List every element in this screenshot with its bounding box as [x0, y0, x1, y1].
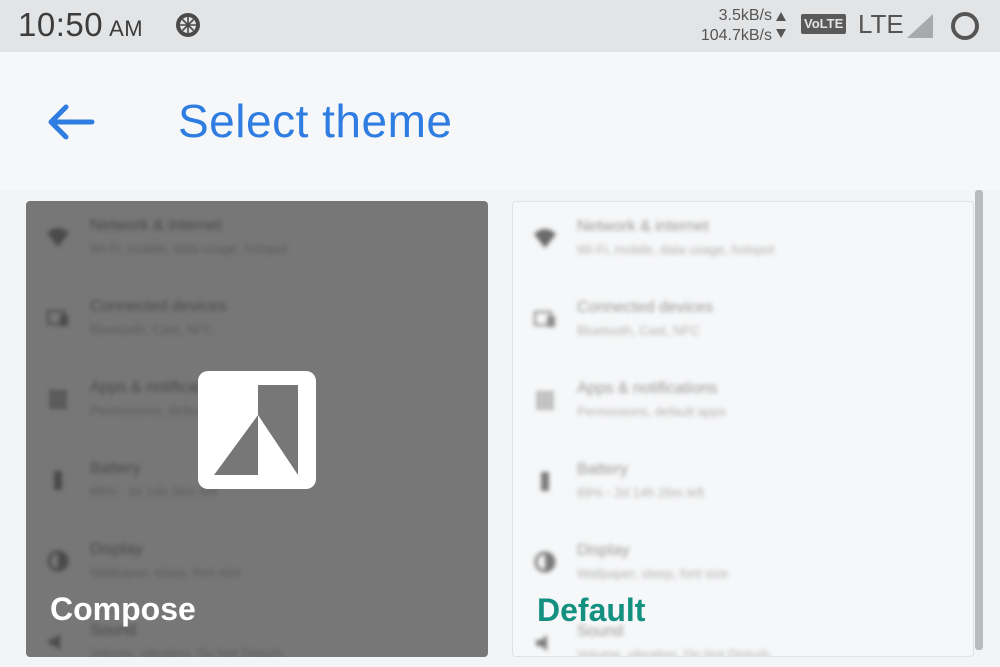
setting-title: Network & internet — [90, 217, 222, 234]
clock-ampm: AM — [109, 16, 144, 41]
sound-icon — [49, 634, 60, 650]
scrollbar[interactable] — [975, 190, 983, 650]
setting-title: Display — [577, 542, 630, 559]
clock: 10:50 AM — [18, 6, 143, 44]
compose-logo-icon — [198, 371, 316, 489]
setting-row: Display Wallpaper, sleep, font size — [26, 533, 488, 593]
battery-icon — [951, 12, 979, 40]
setting-row: Connected devices Bluetooth, Cast, NFC — [513, 291, 973, 351]
theme-label: Compose — [50, 591, 196, 627]
setting-title: Apps & notifications — [577, 380, 718, 397]
sound-icon — [536, 635, 547, 651]
network-speed: 3.5kB/s 104.7kB/s — [690, 6, 772, 46]
net-up-speed: 3.5kB/s — [718, 7, 772, 24]
setting-subtitle: Bluetooth, Cast, NFC — [90, 322, 213, 337]
network-type: LTE — [858, 9, 904, 39]
setting-subtitle: Bluetooth, Cast, NFC — [577, 323, 700, 338]
setting-subtitle: 89% - 2d 14h 26m left — [577, 485, 705, 500]
setting-title: Network & internet — [577, 218, 709, 235]
status-bar: 10:50 AM 3.5kB/s 104.7kB/s VoLTE LTE — [0, 0, 1000, 52]
setting-subtitle: Volume, vibration, Do Not Disturb — [90, 646, 283, 657]
wifi-icon — [47, 228, 69, 247]
volte-badge: VoLTE — [801, 14, 847, 34]
net-arrows-icon — [776, 12, 786, 38]
setting-title: Connected devices — [577, 299, 714, 316]
setting-title: Display — [90, 541, 143, 558]
theme-card-default[interactable]: Network & internet Wi-Fi, mobile, data u… — [512, 201, 974, 657]
display-icon — [47, 550, 69, 572]
setting-subtitle: Permissions, default apps — [577, 404, 726, 419]
net-down-speed: 104.7kB/s — [700, 27, 772, 44]
battery-icon — [541, 472, 549, 491]
signal-icon — [907, 14, 933, 38]
apps-icon — [536, 391, 554, 410]
setting-row: Battery 89% - 2d 14h 26m left — [513, 453, 973, 513]
wifi-icon — [534, 229, 556, 248]
theme-list: Network & internet Wi-Fi, mobile, data u… — [0, 190, 1000, 667]
battery-icon — [54, 471, 62, 490]
theme-label: Default — [537, 592, 646, 628]
arrow-left-icon[interactable] — [42, 100, 98, 144]
devices-icon — [47, 310, 68, 326]
apps-icon — [49, 390, 67, 409]
setting-row: Network & internet Wi-Fi, mobile, data u… — [513, 210, 973, 270]
clock-time: 10:50 — [18, 6, 104, 43]
setting-row: Apps & notifications Permissions, defaul… — [513, 372, 973, 432]
setting-title: Battery — [90, 460, 141, 477]
app-bar: Select theme — [0, 52, 1000, 190]
lemon-icon — [176, 13, 200, 37]
setting-title: Connected devices — [90, 298, 227, 315]
setting-title: Battery — [577, 461, 628, 478]
setting-row: Connected devices Bluetooth, Cast, NFC — [26, 290, 488, 350]
setting-subtitle: Wallpaper, sleep, font size — [90, 565, 242, 580]
setting-subtitle: Wallpaper, sleep, font size — [577, 566, 729, 581]
setting-subtitle: Wi-Fi, mobile, data usage, hotspot — [90, 241, 288, 256]
page-title: Select theme — [178, 95, 453, 147]
setting-row: Network & internet Wi-Fi, mobile, data u… — [26, 209, 488, 269]
devices-icon — [534, 311, 555, 327]
theme-card-compose[interactable]: Network & internet Wi-Fi, mobile, data u… — [26, 201, 488, 657]
setting-subtitle: Wi-Fi, mobile, data usage, hotspot — [577, 242, 775, 257]
setting-subtitle: Volume, vibration, Do Not Disturb — [577, 647, 770, 657]
setting-row: Display Wallpaper, sleep, font size — [513, 534, 973, 594]
display-icon — [534, 551, 556, 573]
